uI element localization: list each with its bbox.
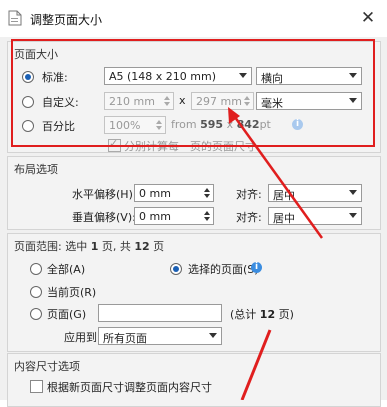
arrow-upper [228,107,324,239]
annotation-arrows [228,107,324,400]
arrow-lower [240,329,272,400]
